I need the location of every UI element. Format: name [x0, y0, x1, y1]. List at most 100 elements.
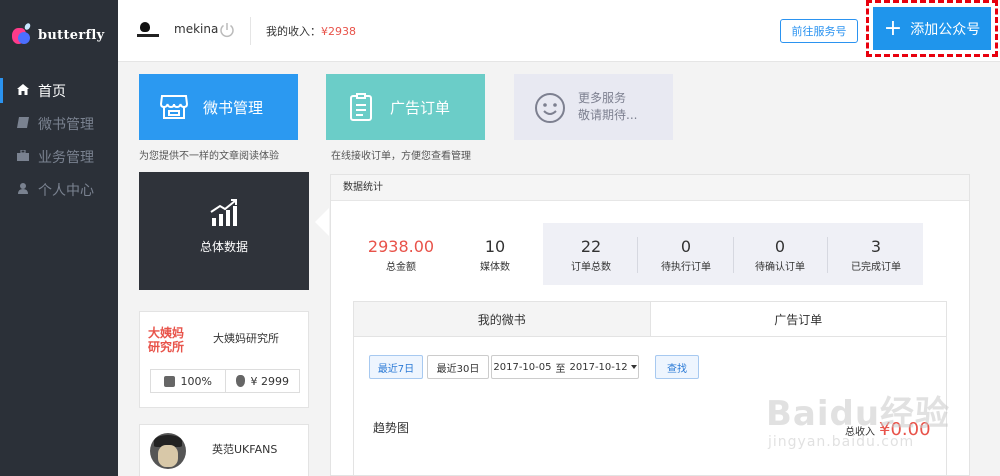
sidebar-nav: 首页 微书管理 业务管理 个人中心: [0, 74, 118, 206]
metric-divider: [637, 237, 638, 273]
income-label: 我的收入：: [266, 25, 321, 38]
panel-header: 数据统计: [331, 175, 969, 201]
overall-data-label: 总体数据: [199, 240, 248, 254]
account-earnings: ¥ 2999: [224, 370, 300, 392]
metric-order-total: 22 订单总数: [551, 237, 631, 273]
brand-logo[interactable]: butterfly: [0, 0, 118, 70]
trend-total-label: 总收入: [845, 427, 875, 438]
chevron-down-icon: [630, 365, 637, 369]
metric-label: 待执行订单: [661, 262, 711, 273]
metric-to-confirm-orders: 0 待确认订单: [737, 237, 823, 273]
metric-total-amount: 2938.00 总金额: [361, 237, 441, 273]
last-30-days-button[interactable]: 最近30日: [427, 355, 489, 379]
clipboard-icon: [346, 92, 376, 122]
metric-media-count: 10 媒体数: [459, 237, 531, 273]
username: mekina: [174, 22, 219, 36]
metric-label: 媒体数: [480, 262, 510, 273]
income-value: ¥2938: [321, 25, 356, 38]
divider: [250, 17, 251, 45]
metric-value: 3: [870, 237, 882, 256]
sidebar-item-label: 个人中心: [38, 182, 94, 199]
stats-tabs: 我的微书 广告订单: [353, 301, 947, 337]
weishu-card-caption: 为您提供不一样的文章阅读体验: [139, 151, 279, 162]
sidebar-item-books[interactable]: 微书管理: [0, 107, 118, 140]
home-icon: [16, 83, 30, 98]
metric-label: 总金额: [386, 262, 416, 273]
account-logo-line: 研究所: [148, 340, 185, 354]
overall-data-card[interactable]: 总体数据: [139, 172, 309, 290]
bar-chart-trend-icon: [209, 198, 239, 228]
contact-card-icon: [163, 375, 175, 387]
search-button[interactable]: 查找: [655, 355, 699, 379]
add-account-button[interactable]: + 添加公众号: [873, 7, 991, 50]
sidebar-item-profile[interactable]: 个人中心: [0, 173, 118, 206]
weishu-management-card[interactable]: 微书管理: [139, 74, 298, 140]
sidebar-item-label: 业务管理: [38, 149, 94, 166]
account-ratio-value: 100%: [180, 374, 212, 388]
storefront-icon: [159, 92, 189, 122]
sidebar-item-business[interactable]: 业务管理: [0, 140, 118, 173]
trend-total-value: ¥0.00: [879, 419, 931, 440]
account-avatar: [150, 433, 186, 469]
user-avatar[interactable]: [136, 20, 159, 42]
last-7-days-button[interactable]: 最近7日: [369, 355, 423, 379]
panel-pointer: [315, 208, 329, 236]
service-account-button[interactable]: 前往服务号: [780, 19, 858, 43]
briefcase-icon: [16, 148, 30, 164]
date-separator: 至: [555, 363, 566, 375]
account-logo: 大姨妈 研究所: [148, 326, 198, 362]
more-services-line2: 敬请期待...: [578, 108, 638, 122]
tab-my-weishu[interactable]: 我的微书: [354, 302, 650, 336]
trend-chart-title: 趋势图: [373, 421, 410, 435]
ad-orders-card[interactable]: 广告订单: [326, 74, 485, 140]
sidebar-item-label: 微书管理: [38, 116, 94, 133]
account-earnings-value: ¥ 2999: [250, 374, 290, 388]
account-card[interactable]: 英范UKFANS: [139, 424, 309, 476]
account-name: 英范UKFANS: [212, 443, 278, 456]
account-name: 大姨妈研究所: [213, 332, 279, 345]
plus-icon: +: [883, 15, 903, 41]
tab-ad-orders[interactable]: 广告订单: [649, 302, 946, 336]
metric-value: 10: [484, 237, 506, 256]
metric-label: 已完成订单: [851, 262, 901, 273]
metric-label: 待确认订单: [755, 262, 805, 273]
date-to: 2017-10-12: [569, 361, 628, 373]
sidebar-item-home[interactable]: 首页: [0, 74, 118, 107]
top-bar: mekina 我的收入：¥2938 前往服务号 + 添加公众号: [118, 0, 1000, 62]
metric-completed-orders: 3 已完成订单: [833, 237, 919, 273]
more-services-card: 更多服务 敬请期待...: [514, 74, 673, 140]
data-statistics-panel: 数据统计 2938.00 总金额 10 媒体数 22 订单总数 0 待执行订单 …: [330, 174, 970, 476]
weishu-card-title: 微书管理: [203, 98, 264, 117]
date-from: 2017-10-05: [493, 361, 552, 373]
income-summary: 我的收入：¥2938: [266, 23, 356, 39]
sidebar-item-label: 首页: [38, 83, 66, 100]
add-account-label: 添加公众号: [910, 21, 981, 38]
date-range-picker[interactable]: 2017-10-05 至 2017-10-12: [491, 355, 639, 379]
metric-pending-orders: 0 待执行订单: [643, 237, 729, 273]
metric-value: 0: [680, 237, 692, 256]
smiley-icon: [534, 92, 565, 123]
account-ratio: 100%: [151, 370, 225, 392]
add-account-highlight: + 添加公众号: [866, 0, 998, 57]
account-logo-line: 大姨妈: [148, 326, 185, 340]
metric-divider: [827, 237, 828, 273]
ad-card-title: 广告订单: [390, 98, 451, 117]
metric-divider: [733, 237, 734, 273]
more-services-text: 更多服务 敬请期待...: [578, 90, 637, 124]
user-icon: [16, 182, 30, 197]
account-card[interactable]: 大姨妈 研究所 大姨妈研究所 100% ¥ 2999: [139, 311, 309, 408]
metric-label: 订单总数: [571, 262, 611, 273]
trend-total-income: 总收入 ¥0.00: [845, 419, 931, 440]
metric-value: 2938.00: [367, 237, 435, 256]
money-bag-icon: [235, 375, 245, 387]
power-icon[interactable]: [218, 21, 236, 39]
butterfly-logo-icon: [10, 22, 34, 47]
book-icon: [16, 116, 30, 131]
ad-card-caption: 在线接收订单，方便您查看管理: [331, 151, 471, 162]
sidebar: butterfly 首页 微书管理 业务管理 个人中心: [0, 0, 118, 476]
account-stats: 100% ¥ 2999: [150, 369, 300, 393]
metric-value: 22: [580, 237, 602, 256]
more-services-line1: 更多服务: [578, 91, 627, 105]
brand-name: butterfly: [38, 27, 105, 43]
metric-value: 0: [774, 237, 786, 256]
